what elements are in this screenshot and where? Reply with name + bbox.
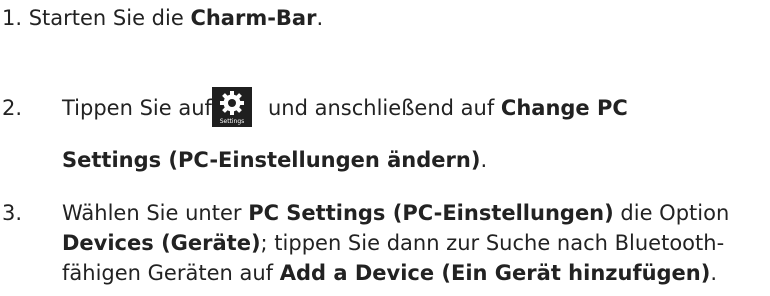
step-2-number: 2.: [2, 96, 23, 120]
step-2-text-before-icon: Tippen Sie auf: [62, 96, 212, 120]
step-3-line-1-text: Wählen Sie unter: [62, 201, 249, 225]
settings-tile-label: Settings: [219, 118, 245, 125]
step-1-suffix: .: [316, 6, 324, 30]
step-1-charm-bar: Charm-Bar: [190, 6, 317, 30]
step-3-line-3-text: fähigen Geräten auf: [62, 261, 280, 285]
step-2-change-pc: Change PC: [500, 96, 628, 120]
step-2-line-2: Settings (PC-Einstellungen ändern).: [62, 145, 487, 175]
step-3-add-device: Add a Device (Ein Gerät hinzufügen): [279, 261, 711, 285]
step-1-prefix: 1. Starten Sie die: [2, 6, 191, 30]
step-2-after-icon: und anschließend auf: [268, 96, 501, 120]
step-3-pc-settings: PC Settings (PC-Einstellungen): [248, 201, 614, 225]
step-1-text: 1. Starten Sie die Charm-Bar.: [2, 3, 323, 33]
step-3-devices: Devices (Geräte): [62, 231, 261, 255]
step-3-line-3-suffix: .: [710, 261, 718, 285]
step-2-text-after-icon: und anschließend auf Change PC: [268, 93, 628, 123]
step-3-paragraph: Wählen Sie unter PC Settings (PC-Einstel…: [62, 198, 768, 288]
step-2-suffix: .: [480, 148, 488, 172]
step-3-line-1-suffix: die Option: [613, 201, 730, 225]
step-2-settings-bold: Settings (PC-Einstellungen ändern): [62, 148, 481, 172]
step-3-line-1: Wählen Sie unter PC Settings (PC-Einstel…: [62, 198, 768, 228]
step-3-line-2: Devices (Geräte); tippen Sie dann zur Su…: [62, 228, 768, 258]
step-3-number: 3.: [2, 201, 23, 225]
step-3-line-2-text: ; tippen Sie dann zur Suche nach Bluetoo…: [260, 231, 725, 255]
settings-tile: Settings: [212, 87, 252, 127]
settings-gear-icon: [220, 91, 244, 115]
step-3-line-3: fähigen Geräten auf Add a Device (Ein Ge…: [62, 258, 768, 288]
